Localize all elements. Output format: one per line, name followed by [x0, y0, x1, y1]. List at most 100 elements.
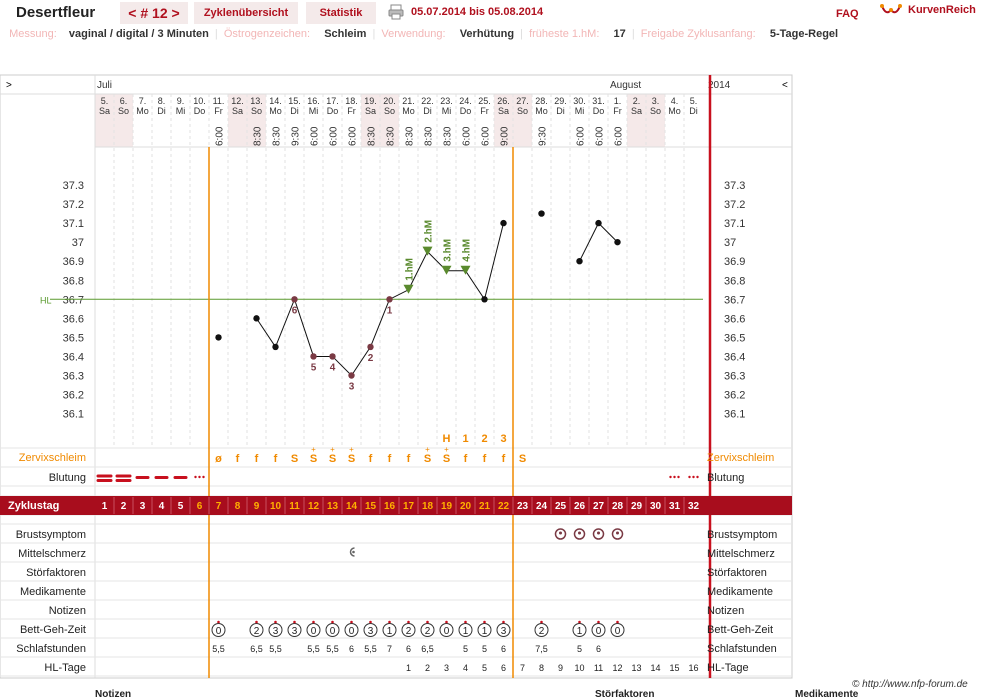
bedtime-value: 0 [444, 626, 450, 637]
date-label: 20. [383, 96, 396, 106]
time-label: 6:00 [614, 126, 625, 146]
low-count-label: 2 [368, 353, 374, 364]
sleep-hours-value: 5,5 [307, 644, 320, 654]
bleeding-spot [194, 475, 197, 479]
pain-icon-dot [352, 550, 355, 554]
cycleday-number: 24 [536, 501, 548, 512]
nav-prev-arrow[interactable]: > [6, 80, 12, 91]
y-tick-label: 36.2 [63, 390, 84, 402]
weekday-label: Fr [347, 106, 356, 116]
footer-copyright: © http://www.nfp-forum.de [852, 679, 968, 690]
weekday-label: Di [157, 106, 166, 116]
y-tick-label-right: 37.2 [724, 199, 745, 211]
bedtime-value: 3 [292, 626, 298, 637]
date-label: 18. [345, 96, 358, 106]
weekday-label: Sa [99, 106, 110, 116]
mucus-value: S [329, 453, 336, 465]
y-tick-label-right: 36.3 [724, 371, 745, 383]
sleep-hours-value: 5 [482, 644, 487, 654]
time-label: 8:30 [424, 126, 435, 146]
mucus-plus-marker: + [444, 445, 449, 454]
sleep-hours-value: 5 [577, 644, 582, 654]
cycleday-number: 9 [254, 501, 260, 512]
hl-day-value: 6 [501, 663, 506, 673]
row-label-hl: HL-Tage [44, 662, 86, 674]
bedtime-marker [540, 620, 543, 624]
date-label: 25. [478, 96, 491, 106]
bedtime-marker [597, 620, 600, 624]
bedtime-value: 2 [406, 626, 412, 637]
weekday-label: Sa [232, 106, 243, 116]
bedtime-value: 0 [615, 626, 621, 637]
row-label-pain: Mittelschmerz [18, 548, 86, 560]
cycleday-number: 21 [479, 501, 491, 512]
date-label: 2. [633, 96, 641, 106]
breast-symptom-dot [616, 531, 619, 535]
mucus-value: S [443, 453, 450, 465]
nav-next-arrow[interactable]: < [782, 80, 788, 91]
high-measure-label: 3.hM [443, 239, 454, 262]
cycleday-number: 30 [650, 501, 662, 512]
date-label: 5. [101, 96, 109, 106]
hl-day-value: 10 [574, 663, 584, 673]
hl-day-value: 3 [444, 663, 449, 673]
cycleday-number: 13 [327, 501, 339, 512]
date-label: 29. [554, 96, 567, 106]
year-label: 2014 [708, 80, 731, 91]
time-label: 8:30 [443, 126, 454, 146]
hl-day-value: 5 [482, 663, 487, 673]
bleeding-medium [173, 476, 188, 479]
month-label: August [610, 80, 641, 91]
cycleday-number: 20 [460, 501, 472, 512]
y-tick-label-right: 36.5 [724, 332, 745, 344]
mucus-value: f [388, 453, 392, 465]
weekday-label: Fr [613, 106, 622, 116]
cycleday-number: 18 [422, 501, 434, 512]
cycleday-number: 23 [517, 501, 529, 512]
bedtime-marker [255, 620, 258, 624]
cycleday-number: 32 [688, 501, 700, 512]
cycleday-number: 28 [612, 501, 624, 512]
temperature-point [576, 258, 583, 265]
bedtime-value: 2 [539, 626, 545, 637]
time-label: 6:00 [576, 126, 587, 146]
high-measure-label: 4.hM [462, 239, 473, 262]
weekday-label: So [517, 106, 528, 116]
bleeding-medium [154, 476, 169, 479]
weekday-label: Sa [365, 106, 376, 116]
sleep-hours-value: 6 [501, 644, 506, 654]
temperature-point [386, 296, 393, 303]
low-count-label: 6 [292, 305, 298, 316]
row-label-meds: Medikamente [20, 586, 86, 598]
temperature-point [291, 296, 298, 303]
bleeding-spot [673, 475, 676, 479]
cycleday-number: 6 [197, 501, 203, 512]
mucus-value: f [464, 453, 468, 465]
bleeding-spot [696, 475, 699, 479]
y-tick-label-right: 37 [724, 237, 736, 249]
weekday-label: Do [194, 106, 206, 116]
bleeding-heavy [115, 474, 132, 478]
bedtime-value: 0 [216, 626, 222, 637]
y-tick-label-right: 36.1 [724, 409, 745, 421]
high-measure-label: 2.hM [424, 220, 435, 243]
date-label: 10. [193, 96, 206, 106]
cycleday-number: 4 [159, 501, 165, 512]
y-tick-label-right: 36.4 [724, 351, 745, 363]
weekday-label: So [118, 106, 129, 116]
date-label: 31. [592, 96, 605, 106]
cycle-chart: > <Juli August 20145.Sa6.So7.Mo8.Di9.Mi10.D… [0, 74, 793, 679]
weekday-label: So [650, 106, 661, 116]
weekday-label: Di [689, 106, 698, 116]
date-label: 8. [158, 96, 166, 106]
sleep-hours-value: 7 [387, 644, 392, 654]
coverline-label: HL [40, 295, 52, 305]
row-label-right-meds: Medikamente [707, 586, 773, 598]
mucus-value: f [369, 453, 373, 465]
date-label: 16. [307, 96, 320, 106]
row-label-right-mucus: Zervixschleim [707, 452, 774, 464]
cycleday-number: 15 [365, 501, 377, 512]
cycleday-number: 7 [216, 501, 222, 512]
cycleday-number: 3 [140, 501, 146, 512]
hl-day-value: 14 [650, 663, 660, 673]
